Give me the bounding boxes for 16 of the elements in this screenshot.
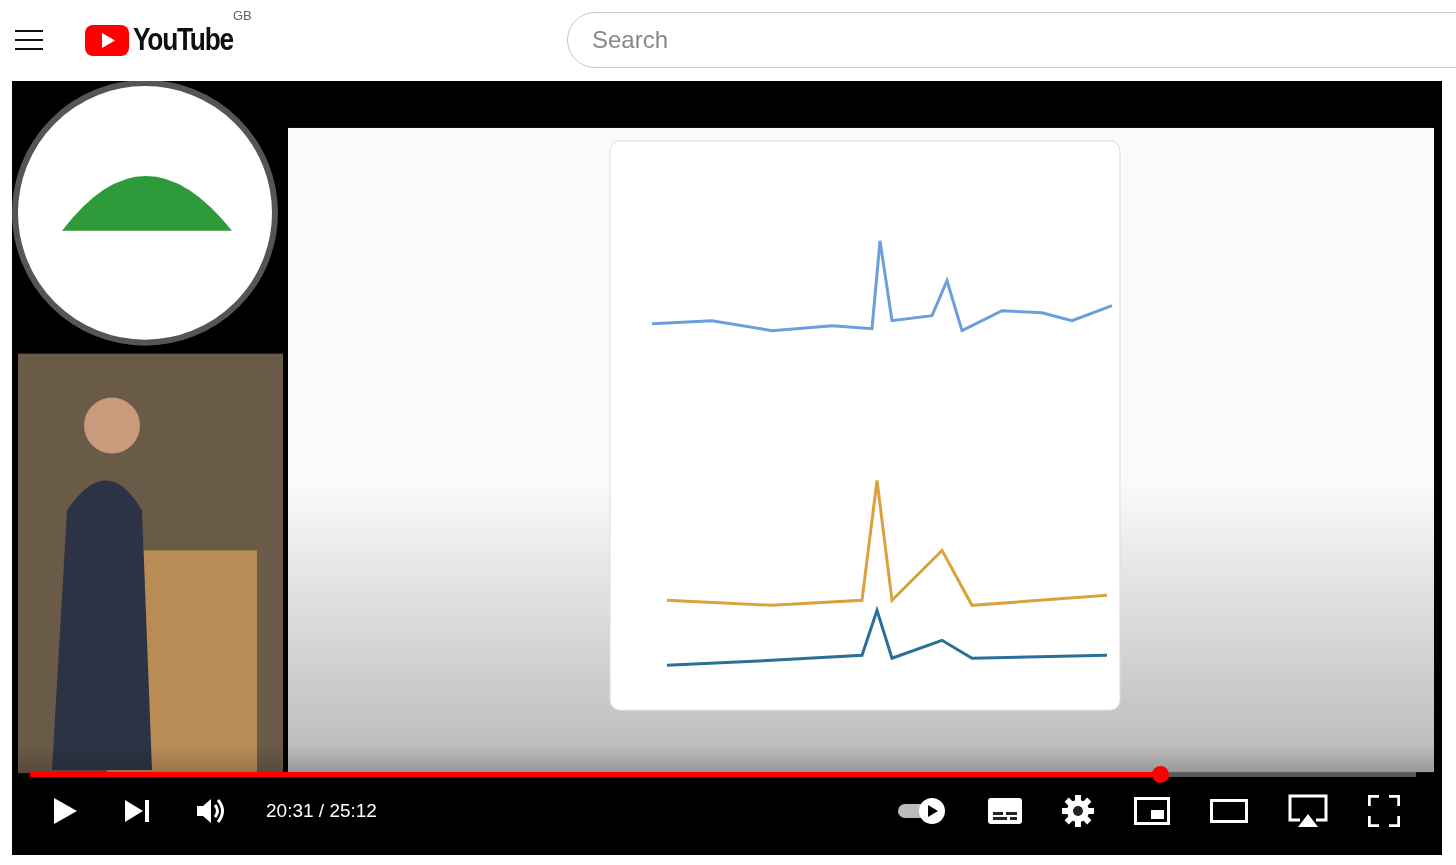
subtitles-icon[interactable] (988, 798, 1022, 824)
fullscreen-icon[interactable] (1368, 795, 1400, 827)
next-icon[interactable] (124, 799, 150, 823)
region-label: GB (233, 8, 252, 23)
volume-icon[interactable] (196, 797, 226, 825)
play-logo-icon[interactable] (85, 24, 129, 56)
time-display: 20:31 / 25:12 (266, 800, 377, 822)
airplay-icon[interactable] (1288, 794, 1328, 828)
theater-mode-icon[interactable] (1210, 799, 1248, 823)
search-field[interactable]: Search (567, 12, 1456, 68)
play-icon[interactable] (52, 797, 78, 825)
autoplay-toggle[interactable] (896, 796, 948, 826)
miniplayer-icon[interactable] (1134, 797, 1170, 825)
logo-text[interactable]: YouTube (133, 22, 233, 58)
menu-icon[interactable] (15, 30, 43, 50)
settings-icon[interactable] (1062, 795, 1094, 827)
